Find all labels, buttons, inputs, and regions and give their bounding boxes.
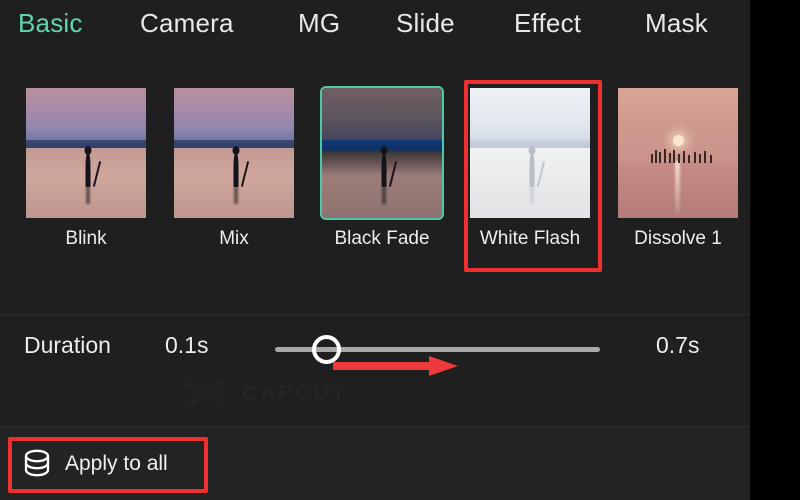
- transition-preset-strip: Blink Mix Black Fade White Flash Dissolv…: [0, 66, 750, 266]
- watermark-text: CAPCUT: [242, 382, 348, 405]
- capcut-transition-panel: Basic Camera MG Slide Effect Mask Blink: [0, 0, 750, 500]
- transition-label-dissolve-1: Dissolve 1: [634, 228, 722, 249]
- transition-label-blink: Blink: [65, 228, 107, 249]
- transition-label-mix: Mix: [219, 228, 249, 249]
- right-black-letterbox: [750, 0, 800, 500]
- preview-image-sunset-paddler-dark: [322, 88, 442, 218]
- transition-thumbnail-black-fade[interactable]: [320, 86, 444, 220]
- watermark-subtext: TEMPLATE: [242, 404, 305, 414]
- duration-label: Duration: [24, 332, 111, 358]
- tab-mask[interactable]: Mask: [645, 8, 708, 39]
- transition-item-mix[interactable]: Mix: [161, 66, 307, 266]
- bottom-action-bar: Apply to all Transition: [0, 427, 750, 500]
- tab-basic[interactable]: Basic: [18, 8, 83, 39]
- apply-to-all-button[interactable]: Apply to all: [22, 441, 168, 487]
- preview-image-sunset-paddler: [174, 88, 294, 218]
- transition-item-blink[interactable]: Blink: [13, 66, 159, 266]
- preview-image-sunset-paddler-washed: [470, 88, 590, 218]
- duration-control-row: Duration 0.1s 0.7s: [0, 318, 750, 384]
- preview-image-sunset-poles: [618, 88, 738, 218]
- divider-above-duration: [0, 314, 750, 315]
- transition-item-dissolve-1[interactable]: Dissolve 1: [605, 66, 750, 266]
- duration-slider-knob[interactable]: [312, 335, 341, 364]
- transition-label-black-fade: Black Fade: [334, 228, 430, 249]
- duration-min-value: 0.1s: [165, 332, 209, 358]
- transition-item-black-fade[interactable]: Black Fade: [309, 66, 455, 266]
- stacked-disks-icon: [24, 449, 50, 477]
- preview-image-sunset-paddler: [26, 88, 146, 218]
- transition-label-white-flash: White Flash: [479, 228, 581, 249]
- apply-to-all-label: Apply to all: [65, 452, 168, 475]
- tab-slide[interactable]: Slide: [396, 8, 455, 39]
- transition-thumbnail-blink[interactable]: [26, 88, 146, 218]
- transition-thumbnail-mix[interactable]: [174, 88, 294, 218]
- transition-thumbnail-dissolve-1[interactable]: [618, 88, 738, 218]
- transition-category-tabbar: Basic Camera MG Slide Effect Mask: [0, 0, 750, 52]
- tab-camera[interactable]: Camera: [140, 8, 234, 39]
- tab-effect[interactable]: Effect: [514, 8, 581, 39]
- transition-thumbnail-white-flash[interactable]: [470, 88, 590, 218]
- transition-item-white-flash[interactable]: White Flash: [457, 66, 603, 266]
- tab-mg[interactable]: MG: [298, 8, 340, 39]
- duration-max-value: 0.7s: [656, 332, 700, 358]
